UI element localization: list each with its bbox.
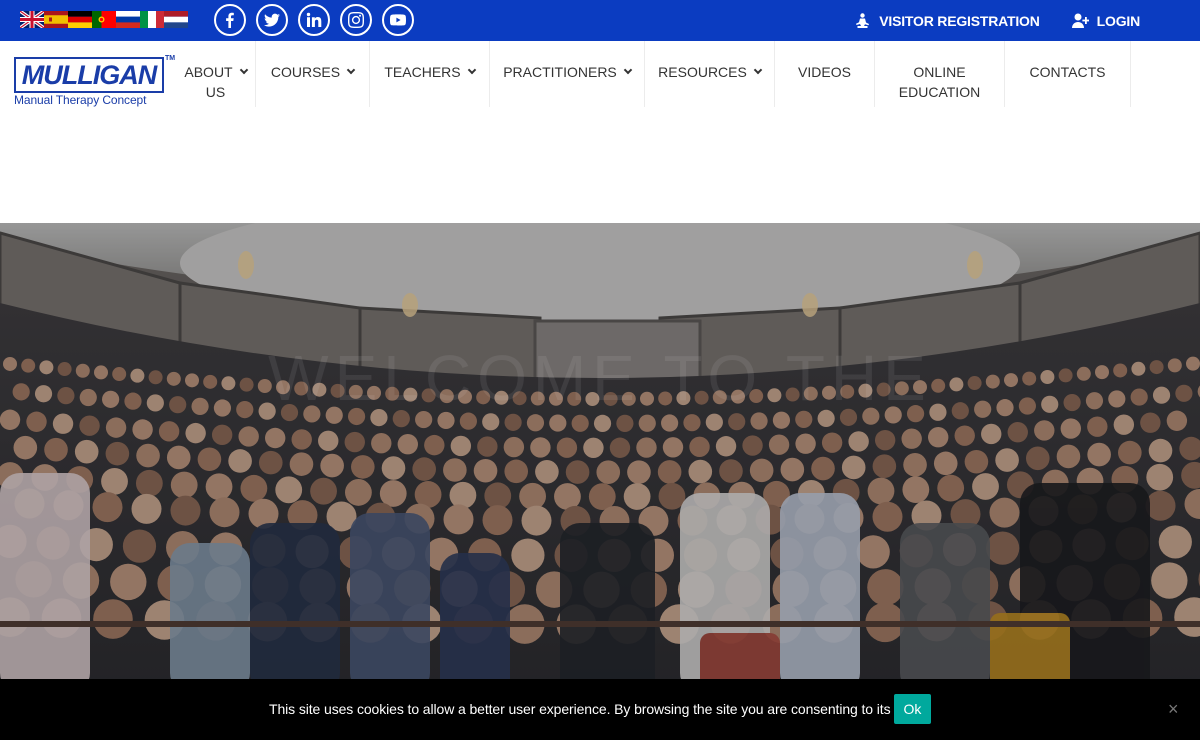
- close-icon[interactable]: ×: [1168, 700, 1182, 718]
- nav-label-line1: PRACTITIONERS: [503, 64, 617, 80]
- language-flags: [20, 11, 188, 28]
- main-navbar: MULLIGAN TM Manual Therapy Concept ABOUT…: [0, 41, 1200, 107]
- facebook-icon: [226, 12, 234, 28]
- instagram-icon: [348, 12, 364, 28]
- logo-trademark: TM: [165, 55, 176, 62]
- twitter-icon: [264, 13, 280, 27]
- nav-label-line1: ONLINE: [913, 64, 966, 80]
- instagram-link[interactable]: [340, 4, 372, 36]
- nav-item-videos[interactable]: VIDEOS: [775, 41, 875, 107]
- social-links: [214, 4, 414, 36]
- german-flag-icon[interactable]: [68, 11, 92, 28]
- nav-label: RESOURCES: [658, 62, 763, 82]
- cookie-message: This site uses cookies to allow a better…: [269, 701, 921, 717]
- italian-flag-icon[interactable]: [140, 11, 164, 28]
- nav-item-practitioners[interactable]: PRACTITIONERS: [490, 41, 645, 107]
- nav-item-online-education[interactable]: ONLINE EDUCATION: [875, 41, 1005, 107]
- nav-label-line2: EDUCATION: [898, 84, 981, 100]
- mulligan-logo[interactable]: MULLIGAN TM Manual Therapy Concept: [14, 55, 176, 109]
- chevron-down-icon: [753, 65, 763, 75]
- login-label: LOGIN: [1096, 12, 1141, 29]
- top-links: VISITOR REGISTRATION LOGIN: [854, 0, 1140, 41]
- nav-item-contacts[interactable]: CONTACTS: [1005, 41, 1131, 107]
- hero-group-photo: WELCOME TO THE: [0, 223, 1200, 740]
- nav-label-line1: TEACHERS: [384, 64, 461, 80]
- facebook-link[interactable]: [214, 4, 246, 36]
- chevron-down-icon: [467, 65, 476, 75]
- user-plus-icon: [1071, 13, 1089, 28]
- nav-item-about-us[interactable]: ABOUT US: [176, 41, 256, 107]
- nav-label: COURSES: [270, 62, 356, 82]
- russian-flag-icon[interactable]: [116, 11, 140, 28]
- nav-label: VIDEOS: [798, 64, 851, 80]
- nav-label-line1: RESOURCES: [658, 64, 747, 80]
- login-link[interactable]: LOGIN: [1071, 12, 1141, 29]
- nav-label-line2: US: [205, 84, 226, 100]
- top-bar: VISITOR REGISTRATION LOGIN: [0, 0, 1200, 41]
- youtube-link[interactable]: [382, 4, 414, 36]
- english-flag-icon[interactable]: [20, 11, 44, 28]
- nav-label-line1: ABOUT: [184, 64, 233, 80]
- nav-item-resources[interactable]: RESOURCES: [645, 41, 775, 107]
- chevron-down-icon: [239, 65, 248, 75]
- primary-nav: ABOUT US COURSES TEACHERS PRACTITIONERS R…: [176, 41, 1131, 107]
- visitor-registration-link[interactable]: VISITOR REGISTRATION: [854, 12, 1040, 29]
- nav-label: ABOUT US: [184, 62, 248, 102]
- cookie-banner: This site uses cookies to allow a better…: [0, 679, 1200, 740]
- youtube-icon: [390, 14, 406, 26]
- visitor-registration-label: VISITOR REGISTRATION: [879, 12, 1040, 29]
- nav-label: ONLINE EDUCATION: [899, 62, 980, 102]
- nav-label-line1: COURSES: [270, 64, 341, 80]
- logo-wordmark: MULLIGAN: [14, 57, 164, 93]
- twitter-link[interactable]: [256, 4, 288, 36]
- nav-label: TEACHERS: [384, 62, 476, 82]
- nav-item-courses[interactable]: COURSES: [256, 41, 370, 107]
- nav-label: PRACTITIONERS: [503, 62, 633, 82]
- cookie-ok-button[interactable]: Ok: [894, 694, 931, 724]
- hero-overlay: [0, 223, 1200, 740]
- nav-label: CONTACTS: [1029, 64, 1106, 80]
- portuguese-flag-icon[interactable]: [92, 11, 116, 28]
- logo-subtitle: Manual Therapy Concept: [14, 93, 147, 107]
- logo-word-text: MULLIGAN: [21, 59, 157, 90]
- chevron-down-icon: [346, 65, 356, 75]
- chevron-down-icon: [623, 65, 633, 75]
- dutch-flag-icon[interactable]: [164, 11, 188, 28]
- spanish-flag-icon[interactable]: [44, 11, 68, 28]
- meditating-person-icon: [856, 12, 870, 28]
- linkedin-link[interactable]: [298, 4, 330, 36]
- hero-faded-heading: WELCOME TO THE: [268, 342, 932, 414]
- linkedin-icon: [306, 12, 322, 27]
- nav-item-teachers[interactable]: TEACHERS: [370, 41, 490, 107]
